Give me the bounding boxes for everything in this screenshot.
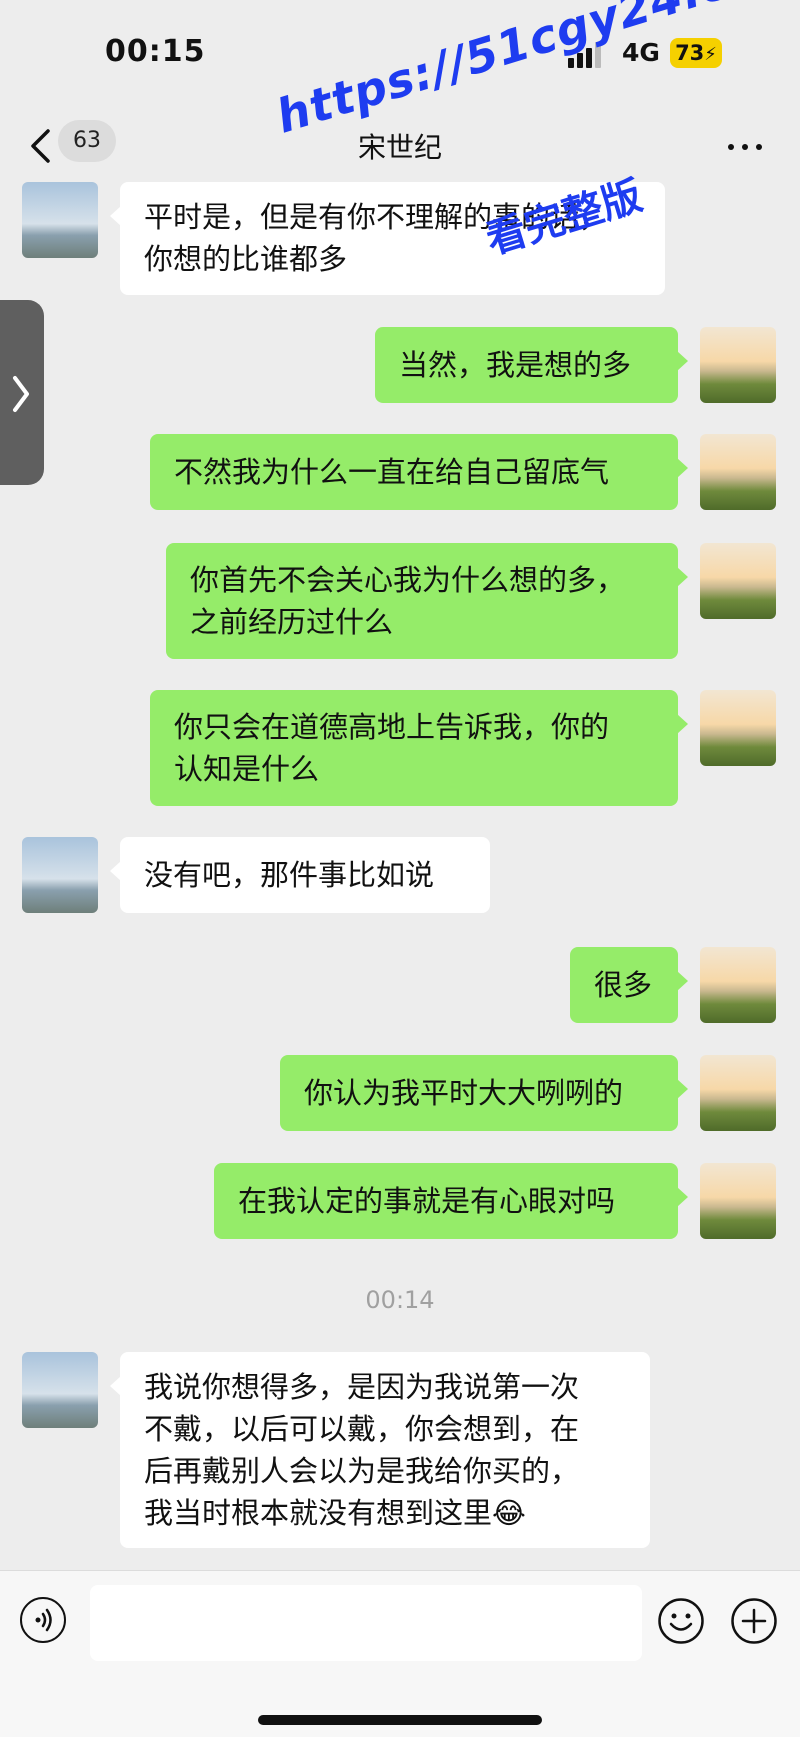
emoji-icon[interactable] <box>657 1597 705 1645</box>
battery-indicator: 73⚡ <box>670 38 722 68</box>
message-text: 你认为我平时大大咧咧的 <box>304 1076 624 1110</box>
message-bubble[interactable]: 你只会在道德高地上告诉我，你的 认知是什么 <box>150 690 688 806</box>
chat-title: 宋世纪 <box>357 131 442 164</box>
more-dots-icon[interactable] <box>728 144 764 152</box>
contact-avatar[interactable] <box>22 182 98 258</box>
message-bubble[interactable]: 没有吧，那件事比如说 <box>110 837 490 913</box>
message-text: 你首先不会关心我为什么想的多， 之前经历过什么 <box>190 563 626 639</box>
message-text: 你只会在道德高地上告诉我，你的 认知是什么 <box>174 710 610 786</box>
message-bubble[interactable]: 很多 <box>570 947 688 1023</box>
message-bubble[interactable]: 你认为我平时大大咧咧的 <box>280 1055 688 1131</box>
message-bubble[interactable]: 我说你想得多，是因为我说第一次 不戴，以后可以戴，你会想到，在 后再戴别人会以为… <box>110 1352 650 1548</box>
status-time: 00:15 <box>105 34 206 69</box>
contact-avatar[interactable] <box>22 1352 98 1428</box>
expand-arrow-icon <box>13 376 29 412</box>
contact-avatar[interactable] <box>22 837 98 913</box>
my-avatar[interactable] <box>700 1163 776 1239</box>
message-input[interactable] <box>90 1585 642 1661</box>
chat-input-bar <box>0 1570 800 1737</box>
voice-input-button[interactable] <box>20 1597 66 1643</box>
side-float-tab[interactable] <box>0 300 44 485</box>
battery-level: 73 <box>675 41 705 65</box>
my-avatar[interactable] <box>700 690 776 766</box>
message-bubble[interactable]: 你首先不会关心我为什么想的多， 之前经历过什么 <box>166 543 688 659</box>
my-avatar[interactable] <box>700 543 776 619</box>
message-timestamp: 00:14 <box>365 1286 435 1314</box>
message-bubble[interactable]: 在我认定的事就是有心眼对吗 <box>214 1163 688 1239</box>
my-avatar[interactable] <box>700 327 776 403</box>
home-indicator <box>258 1715 542 1725</box>
chat-header: 63 宋世纪 <box>0 110 800 182</box>
network-type: 4G <box>622 38 660 67</box>
message-text: 我说你想得多，是因为我说第一次 不戴，以后可以戴，你会想到，在 后再戴别人会以为… <box>144 1370 580 1530</box>
charging-icon: ⚡ <box>704 44 717 65</box>
message-text: 没有吧，那件事比如说 <box>144 858 435 892</box>
message-text: 在我认定的事就是有心眼对吗 <box>238 1184 616 1218</box>
voice-icon <box>35 1608 52 1632</box>
message-bubble[interactable]: 不然我为什么一直在给自己留底气 <box>150 434 688 510</box>
message-text: 当然，我是想的多 <box>399 348 632 382</box>
message-bubble[interactable]: 当然，我是想的多 <box>375 327 688 403</box>
plus-icon[interactable] <box>730 1597 778 1645</box>
my-avatar[interactable] <box>700 947 776 1023</box>
message-text: 很多 <box>594 968 653 1002</box>
message-text: 不然我为什么一直在给自己留底气 <box>174 455 610 489</box>
my-avatar[interactable] <box>700 1055 776 1131</box>
my-avatar[interactable] <box>700 434 776 510</box>
